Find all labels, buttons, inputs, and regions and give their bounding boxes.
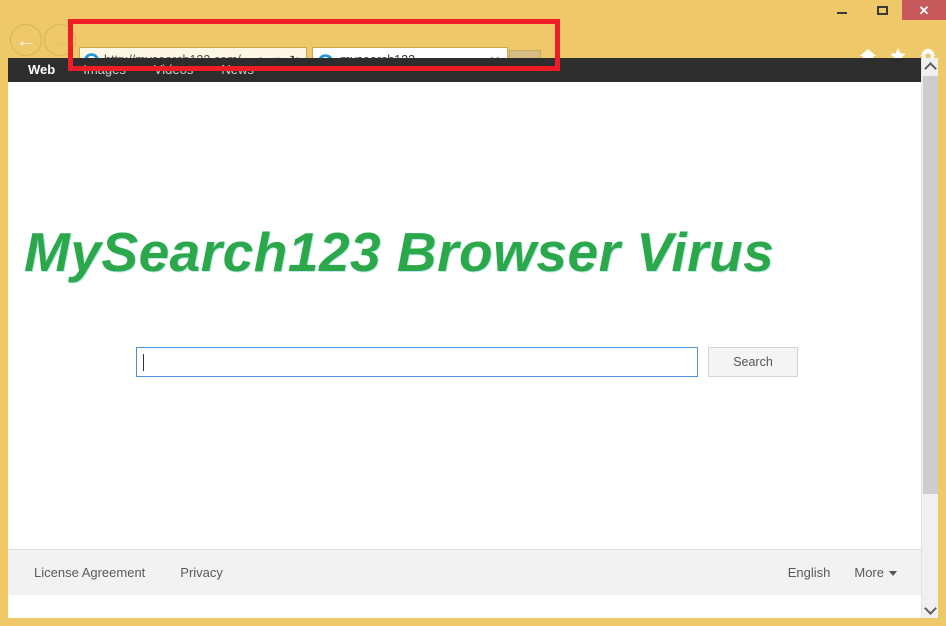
back-button[interactable]: ← xyxy=(10,24,42,56)
minimize-button[interactable] xyxy=(822,0,862,20)
more-menu[interactable]: More xyxy=(854,565,897,580)
chevron-down-icon xyxy=(924,601,937,615)
site-navigation: Web Images Videos News xyxy=(8,58,921,82)
forward-arrow-icon: → xyxy=(49,28,71,52)
browser-window: ✕ ← → http://mysearch123.com/ ⌕ ▾ ↻ xyxy=(0,0,946,626)
sidebar-item-images[interactable]: Images xyxy=(83,58,126,82)
text-caret xyxy=(143,353,144,371)
footer-left-links: License Agreement Privacy xyxy=(8,565,223,580)
close-icon: ✕ xyxy=(918,2,930,18)
language-selector[interactable]: English xyxy=(788,565,831,580)
scroll-up-button[interactable] xyxy=(922,58,938,75)
chevron-down-icon xyxy=(889,571,897,577)
search-input[interactable] xyxy=(136,347,698,377)
more-menu-label: More xyxy=(854,565,884,580)
privacy-link[interactable]: Privacy xyxy=(180,565,223,580)
forward-button[interactable]: → xyxy=(44,24,76,56)
window-controls: ✕ xyxy=(822,0,946,20)
maximize-button[interactable] xyxy=(862,0,902,20)
back-arrow-icon: ← xyxy=(15,28,37,52)
search-row: Search xyxy=(136,347,798,377)
sidebar-item-videos[interactable]: Videos xyxy=(154,58,194,82)
maximize-icon xyxy=(876,5,888,15)
search-button[interactable]: Search xyxy=(708,347,798,377)
sidebar-item-news[interactable]: News xyxy=(221,58,254,82)
footer-right-links: English More xyxy=(788,565,921,580)
license-agreement-link[interactable]: License Agreement xyxy=(34,565,145,580)
title-bar: ✕ xyxy=(0,0,946,20)
page-body: MySearch123 Browser Virus Search License… xyxy=(8,82,921,595)
page-footer: License Agreement Privacy English More xyxy=(8,549,921,595)
scrollbar-thumb[interactable] xyxy=(923,76,938,494)
page-viewport: Web Images Videos News MySearch123 Brows… xyxy=(8,58,938,618)
vertical-scrollbar[interactable] xyxy=(921,58,938,618)
close-button[interactable]: ✕ xyxy=(902,0,946,20)
browser-toolbar: ← → http://mysearch123.com/ ⌕ ▾ ↻ xyxy=(0,20,946,72)
page-title: MySearch123 Browser Virus xyxy=(24,221,775,283)
sidebar-item-web[interactable]: Web xyxy=(28,58,55,82)
minimize-icon xyxy=(837,12,847,14)
scroll-down-button[interactable] xyxy=(922,601,938,618)
chevron-up-icon xyxy=(924,61,937,75)
